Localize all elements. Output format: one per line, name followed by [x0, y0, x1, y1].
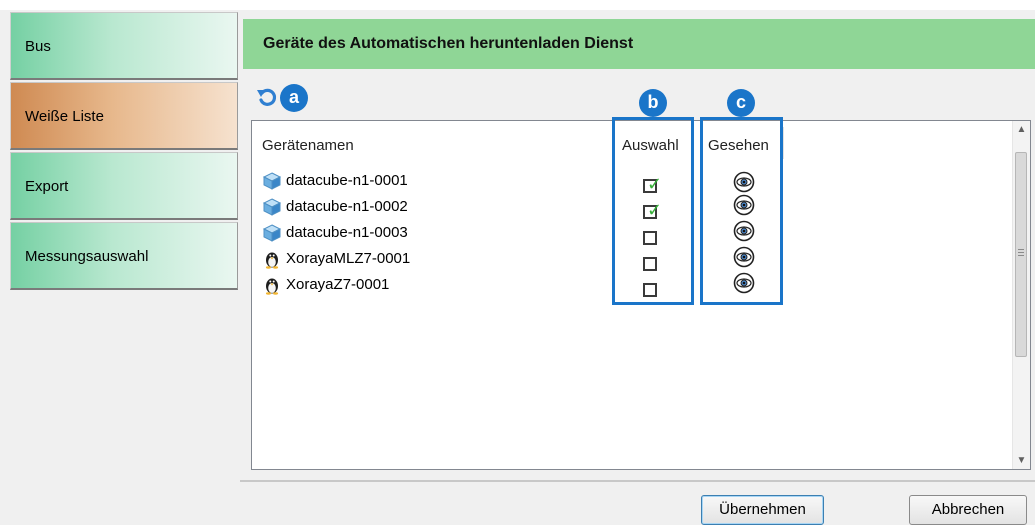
sidebar-item-measurement-selection[interactable]: Messungsauswahl	[10, 222, 238, 290]
callout-box-selection	[612, 117, 694, 305]
device-name: XorayaZ7-0001	[286, 276, 390, 293]
scroll-up-arrow-icon[interactable]: ▲	[1013, 121, 1030, 138]
table-row[interactable]: datacube-n1-0001	[262, 168, 622, 194]
scroll-down-arrow-icon[interactable]: ▼	[1013, 452, 1030, 469]
device-name: datacube-n1-0001	[286, 172, 408, 189]
cube-icon	[262, 224, 282, 242]
table-row[interactable]: datacube-n1-0002	[262, 194, 622, 220]
divider	[240, 480, 1035, 482]
callout-badge-b: b	[639, 89, 667, 117]
table-row[interactable]: XorayaMLZ7-0001	[262, 246, 622, 272]
linux-penguin-icon	[265, 252, 279, 269]
column-separator	[783, 127, 784, 159]
table-row[interactable]: XorayaZ7-0001	[262, 272, 622, 298]
cube-icon	[262, 198, 282, 216]
window-top-strip	[0, 0, 1035, 10]
linux-penguin-icon	[265, 278, 279, 295]
scroll-grip-line	[1018, 255, 1024, 256]
sidebar-item-bus[interactable]: Bus	[10, 12, 238, 80]
scroll-grip-line	[1018, 252, 1024, 253]
sidebar-item-export[interactable]: Export	[10, 152, 238, 220]
cube-icon	[262, 172, 282, 190]
sidebar-item-whitelist[interactable]: Weiße Liste	[10, 82, 238, 150]
device-name: datacube-n1-0002	[286, 198, 408, 215]
callout-badge-a: a	[280, 84, 308, 112]
cancel-button[interactable]: Abbrechen	[909, 495, 1027, 525]
sidebar-item-label: Weiße Liste	[25, 108, 104, 125]
sidebar-item-label: Export	[25, 178, 69, 195]
sidebar-item-label: Messungsauswahl	[25, 248, 149, 265]
sidebar-item-label: Bus	[25, 38, 51, 55]
scroll-grip-line	[1018, 249, 1024, 250]
column-header-device-name[interactable]: Gerätenamen	[262, 137, 354, 154]
callout-box-seen	[700, 117, 783, 305]
scroll-thumb[interactable]	[1015, 152, 1027, 357]
refresh-icon[interactable]	[256, 86, 278, 108]
apply-button[interactable]: Übernehmen	[701, 495, 824, 525]
panel-title: Geräte des Automatischen heruntenladen D…	[243, 19, 1035, 69]
device-name: datacube-n1-0003	[286, 224, 408, 241]
vertical-scrollbar[interactable]: ▲ ▼	[1012, 121, 1030, 469]
table-row[interactable]: datacube-n1-0003	[262, 220, 622, 246]
callout-badge-c: c	[727, 89, 755, 117]
device-name: XorayaMLZ7-0001	[286, 250, 411, 267]
